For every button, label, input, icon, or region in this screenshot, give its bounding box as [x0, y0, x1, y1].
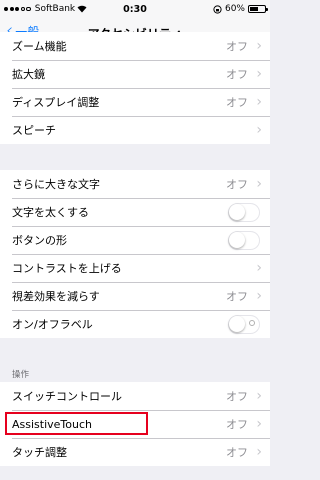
setting-row-increase-contrast[interactable]: コントラストを上げる ›: [0, 254, 270, 282]
chevron-right-icon: ›: [256, 288, 262, 304]
setting-row-on-off-labels: オン/オフラベル: [0, 310, 270, 338]
setting-row-larger-text[interactable]: さらに大きな文字 オフ ›: [0, 170, 270, 198]
setting-row-zoom[interactable]: ズーム機能 オフ ›: [0, 32, 270, 60]
chevron-right-icon: ›: [256, 94, 262, 110]
setting-label: さらに大きな文字: [12, 178, 100, 191]
chevron-right-icon: ›: [256, 444, 262, 460]
on-off-labels-toggle[interactable]: [228, 314, 260, 334]
setting-row-button-shapes: ボタンの形: [0, 226, 270, 254]
setting-label: コントラストを上げる: [12, 262, 122, 275]
section-header-interaction: 操作: [12, 370, 30, 380]
setting-label: タッチ調整: [12, 446, 67, 459]
battery-fill: [250, 7, 258, 11]
setting-label: ディスプレイ調整: [12, 96, 100, 109]
button-shapes-toggle[interactable]: [228, 230, 260, 250]
lock-rotation-icon: [213, 4, 222, 14]
setting-label: 視差効果を減らす: [12, 290, 100, 303]
chevron-right-icon: ›: [256, 66, 262, 82]
setting-row-bold-text: 文字を太くする: [0, 198, 270, 226]
setting-label: ボタンの形: [12, 234, 67, 247]
toggle-knob: [229, 231, 245, 248]
setting-row-magnifier[interactable]: 拡大鏡 オフ ›: [0, 60, 270, 88]
setting-value: オフ: [226, 96, 248, 109]
setting-row-touch-accommodations[interactable]: タッチ調整 オフ ›: [0, 438, 270, 466]
chevron-right-icon: ›: [256, 260, 262, 276]
setting-label: 拡大鏡: [12, 68, 45, 81]
setting-row-switch-control[interactable]: スイッチコントロール オフ ›: [0, 382, 270, 410]
setting-value: オフ: [226, 418, 248, 431]
toggle-knob: [229, 315, 245, 332]
setting-value: オフ: [226, 178, 248, 191]
settings-section-text: さらに大きな文字 オフ › 文字を太くする ボタンの形 コントラストを上げる ›…: [0, 170, 270, 338]
off-label-icon: [249, 319, 255, 326]
setting-label: オン/オフラベル: [12, 318, 93, 331]
setting-row-speech[interactable]: スピーチ ›: [0, 116, 270, 144]
bold-text-toggle[interactable]: [228, 202, 260, 222]
battery-icon: [248, 5, 268, 13]
battery-percent: 60%: [224, 4, 245, 14]
setting-value: オフ: [226, 40, 248, 53]
setting-value: オフ: [226, 390, 248, 403]
chevron-right-icon: ›: [256, 388, 262, 404]
setting-label: スイッチコントロール: [12, 390, 122, 403]
status-bar: SoftBank 0:30 60%: [0, 0, 270, 20]
settings-section-vision: ズーム機能 オフ › 拡大鏡 オフ › ディスプレイ調整 オフ › スピーチ ›: [0, 32, 270, 144]
setting-row-reduce-motion[interactable]: 視差効果を減らす オフ ›: [0, 282, 270, 310]
setting-value: オフ: [226, 290, 248, 303]
chevron-right-icon: ›: [256, 38, 262, 54]
setting-value: オフ: [226, 446, 248, 459]
setting-label: ズーム機能: [12, 40, 67, 53]
setting-value: オフ: [226, 68, 248, 81]
toggle-knob: [229, 203, 245, 220]
setting-label: 文字を太くする: [12, 206, 89, 219]
chevron-right-icon: ›: [256, 122, 262, 138]
setting-label: スピーチ: [12, 124, 56, 137]
chevron-right-icon: ›: [256, 416, 262, 432]
highlight-box: [5, 412, 148, 435]
status-right: 60%: [213, 4, 268, 14]
chevron-right-icon: ›: [256, 176, 262, 192]
setting-row-display-accommodations[interactable]: ディスプレイ調整 オフ ›: [0, 88, 270, 116]
